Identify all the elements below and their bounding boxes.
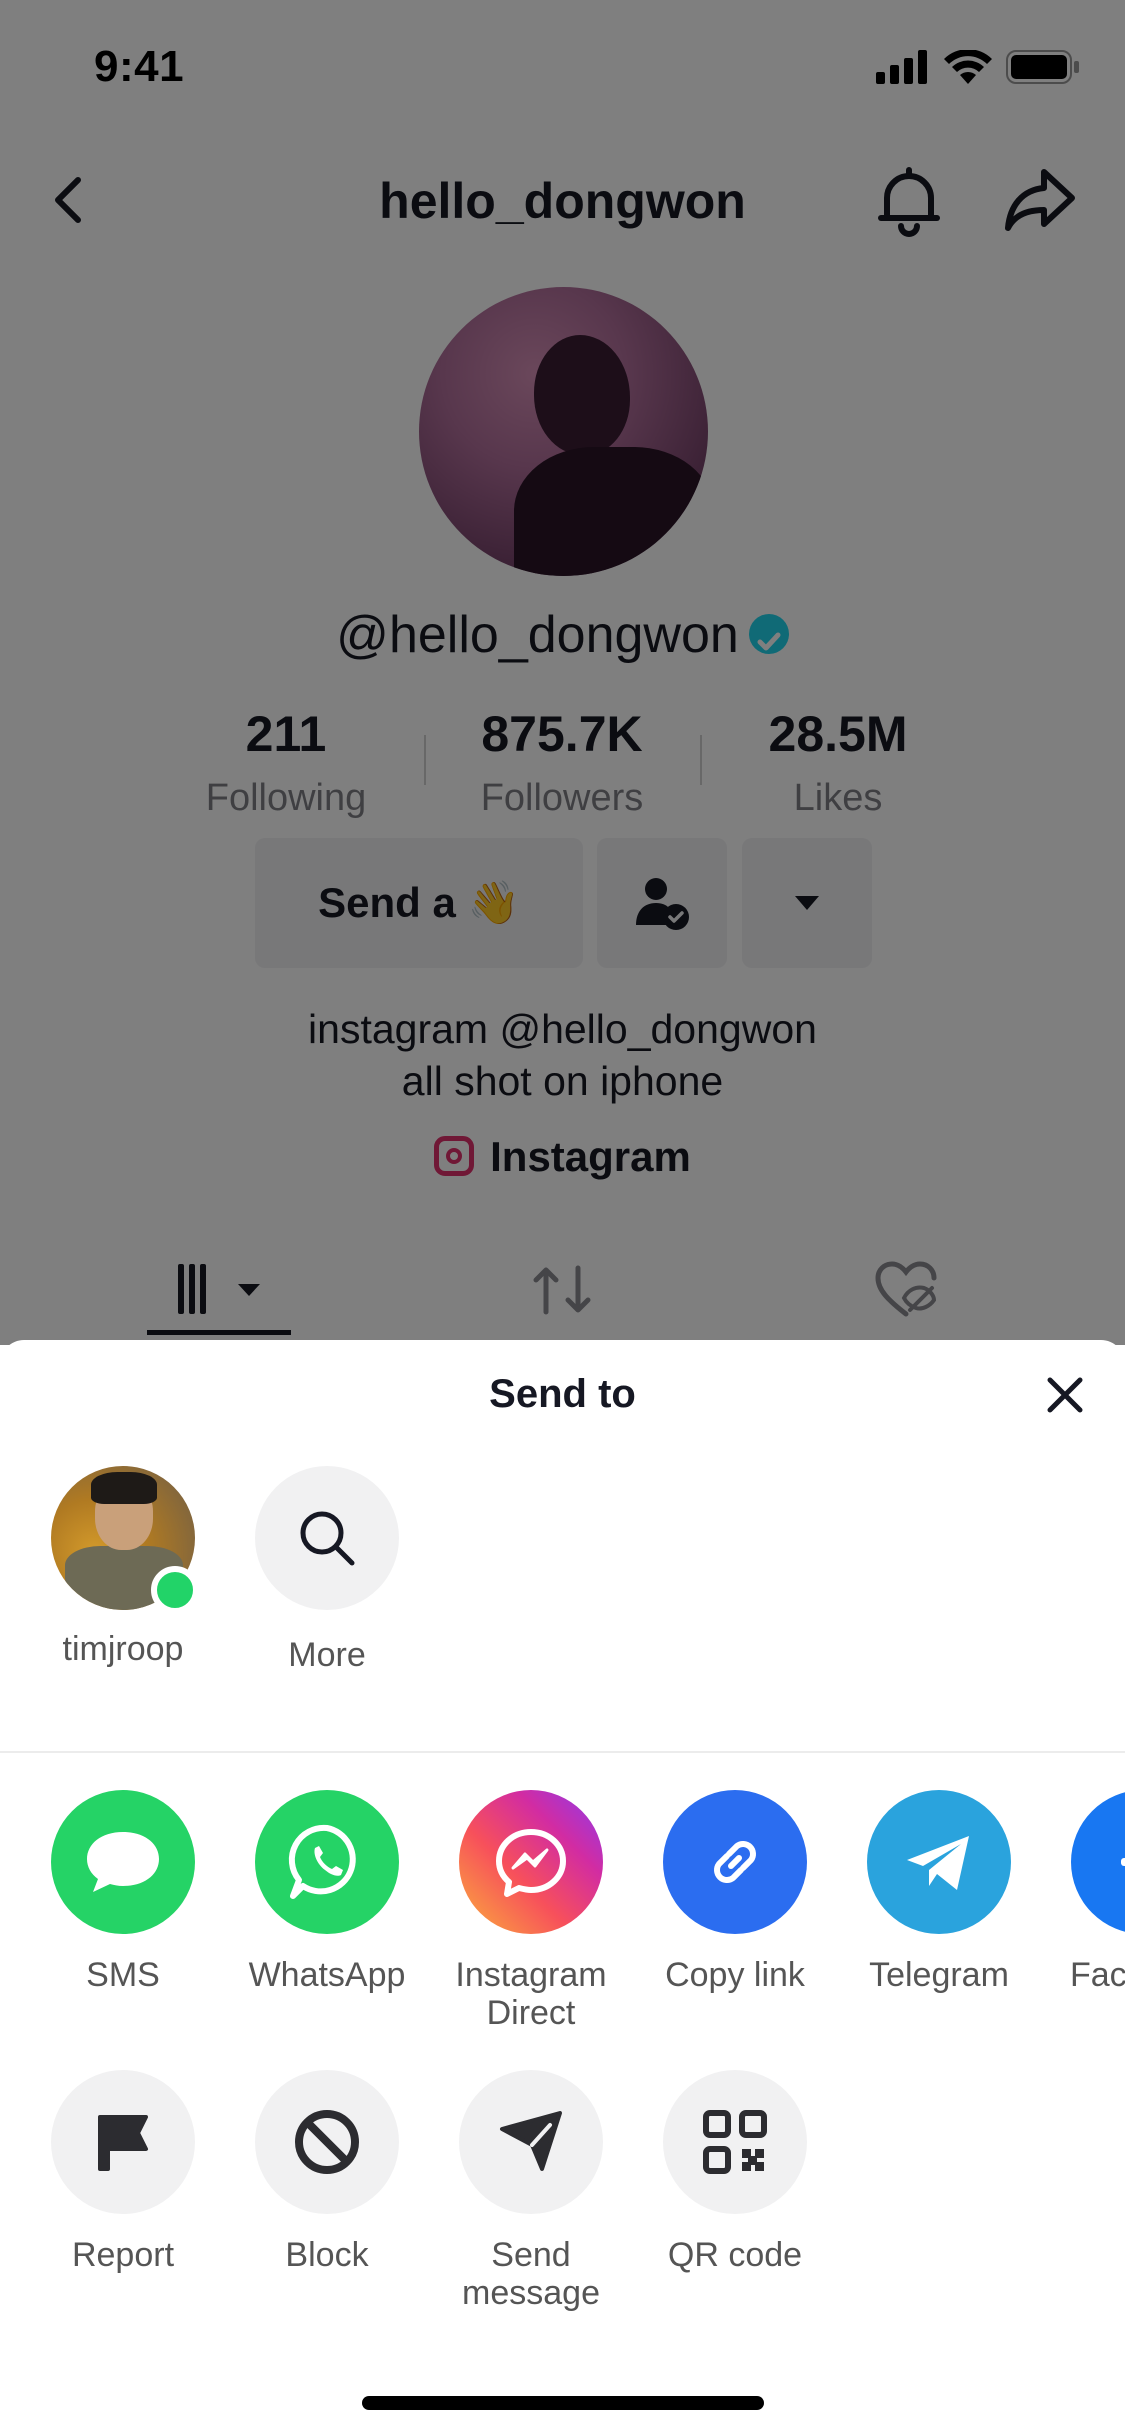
close-icon[interactable] bbox=[1040, 1370, 1090, 1420]
action-send-message[interactable]: Send message bbox=[436, 2070, 626, 2312]
sheet-title: Send to bbox=[489, 1372, 636, 1416]
share-telegram[interactable]: Telegram bbox=[844, 1790, 1034, 1994]
search-icon bbox=[300, 1511, 355, 1566]
share-whatsapp[interactable]: WhatsApp bbox=[232, 1790, 422, 1994]
qr-code-icon bbox=[663, 2070, 807, 2214]
avatar-hair-shape bbox=[91, 1472, 157, 1504]
flag-icon bbox=[51, 2070, 195, 2214]
send-icon bbox=[459, 2070, 603, 2214]
contact-search-circle bbox=[255, 1466, 399, 1610]
action-label: Report bbox=[71, 2236, 175, 2274]
contact-timjroop[interactable]: timjroop bbox=[48, 1466, 199, 1669]
share-sheet: Send to timjroop More SMS WhatsApp Insta… bbox=[0, 1340, 1125, 2436]
app-label: Telegram bbox=[869, 1956, 1009, 1994]
contact-label: timjroop bbox=[62, 1630, 184, 1668]
share-sms[interactable]: SMS bbox=[28, 1790, 218, 1994]
action-block[interactable]: Block bbox=[232, 2070, 422, 2274]
telegram-icon bbox=[867, 1790, 1011, 1934]
contact-search-more[interactable]: More bbox=[252, 1466, 402, 1675]
home-indicator[interactable] bbox=[362, 2396, 764, 2410]
sheet-divider bbox=[0, 1751, 1125, 1753]
block-icon bbox=[255, 2070, 399, 2214]
dim-overlay[interactable] bbox=[0, 0, 1125, 1345]
action-label: QR code bbox=[667, 2236, 803, 2274]
contact-label: More bbox=[288, 1636, 366, 1674]
link-icon bbox=[663, 1790, 807, 1934]
online-status-dot bbox=[151, 1566, 199, 1614]
app-label: Instagram Direct bbox=[455, 1956, 607, 2032]
profile-screen: 9:41 hello_dongwon bbox=[0, 0, 1125, 1345]
action-qr-code[interactable]: QR code bbox=[640, 2070, 830, 2274]
contact-avatar bbox=[51, 1466, 199, 1614]
facebook-icon bbox=[1071, 1790, 1125, 1934]
share-instagram-direct[interactable]: Instagram Direct bbox=[436, 1790, 626, 2032]
share-copy-link[interactable]: Copy link bbox=[640, 1790, 830, 1994]
instagram-direct-icon bbox=[459, 1790, 603, 1934]
app-label: SMS bbox=[86, 1956, 160, 1994]
app-label: Face bbox=[1070, 1956, 1125, 1994]
whatsapp-icon bbox=[255, 1790, 399, 1934]
share-facebook[interactable]: Face bbox=[1048, 1790, 1125, 1994]
sms-icon bbox=[51, 1790, 195, 1934]
app-label: WhatsApp bbox=[248, 1956, 406, 1994]
action-label: Block bbox=[285, 2236, 369, 2274]
app-label: Copy link bbox=[665, 1956, 805, 1994]
action-label: Send message bbox=[462, 2236, 600, 2312]
action-report[interactable]: Report bbox=[28, 2070, 218, 2274]
